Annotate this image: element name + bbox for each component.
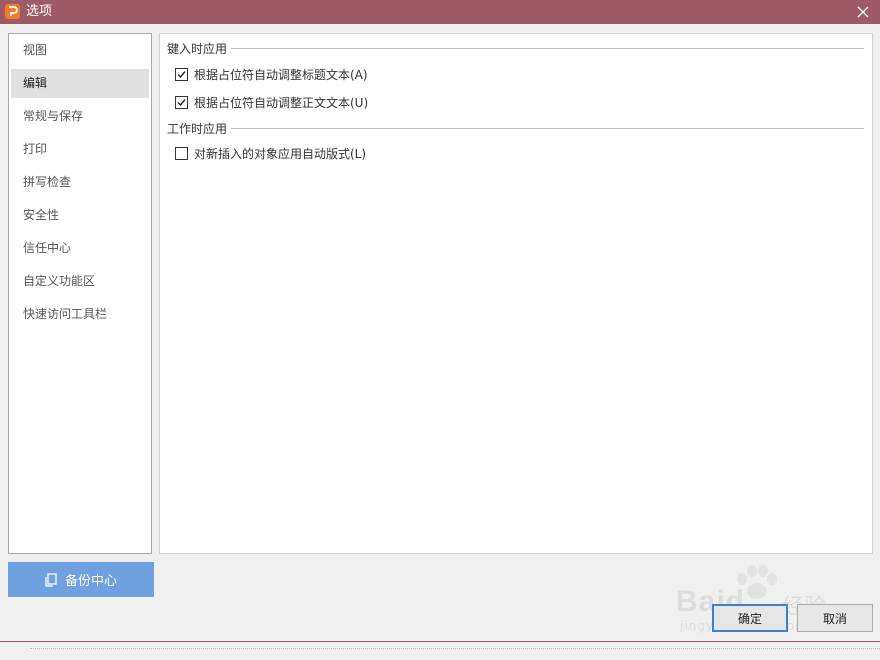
backup-center-button[interactable]: 备份中心 [8, 562, 154, 597]
close-icon [857, 6, 869, 18]
sidebar-item-edit[interactable]: 编辑 [11, 69, 149, 98]
autofit-body-checkbox[interactable] [175, 95, 188, 109]
background-dotted-line [30, 648, 880, 649]
close-button[interactable] [846, 0, 880, 24]
sidebar-item-security[interactable]: 安全性 [11, 201, 149, 230]
ok-button[interactable]: 确定 [712, 604, 788, 632]
title-bar: 选项 [0, 0, 880, 24]
section-typing: 键入时应用 [167, 40, 864, 56]
checkmark-icon [177, 98, 186, 106]
baidu-paw-icon [737, 565, 777, 599]
autofit-title-label: 根据占位符自动调整标题文本(A) [194, 67, 368, 82]
sidebar-item-spellcheck[interactable]: 拼写检查 [11, 168, 149, 197]
window-bottom-border [0, 641, 880, 642]
option-autofit-title[interactable]: 根据占位符自动调整标题文本(A) [175, 66, 368, 82]
sidebar-item-view[interactable]: 视图 [11, 36, 149, 65]
section-divider [231, 47, 864, 49]
window-title: 选项 [26, 4, 53, 19]
wps-presentation-icon [5, 4, 20, 19]
sidebar-item-print[interactable]: 打印 [11, 135, 149, 164]
options-sidebar: 视图 编辑 常规与保存 打印 拼写检查 安全性 信任中心 自定义功能区 快速访问… [8, 33, 152, 554]
backup-center-label: 备份中心 [64, 574, 117, 589]
auto-layout-checkbox[interactable] [175, 146, 188, 160]
cancel-button[interactable]: 取消 [797, 604, 873, 632]
sidebar-item-general-save[interactable]: 常规与保存 [11, 102, 149, 131]
section-typing-label: 键入时应用 [167, 41, 228, 56]
option-autofit-body[interactable]: 根据占位符自动调整正文文本(U) [175, 94, 368, 110]
sidebar-item-trust-center[interactable]: 信任中心 [11, 234, 149, 263]
backup-icon [45, 572, 58, 587]
auto-layout-label: 对新插入的对象应用自动版式(L) [194, 146, 367, 161]
section-working: 工作时应用 [167, 120, 864, 136]
autofit-body-label: 根据占位符自动调整正文文本(U) [194, 95, 369, 110]
sidebar-item-quick-access-toolbar[interactable]: 快速访问工具栏 [11, 300, 149, 329]
section-divider [231, 127, 864, 129]
edit-settings-panel: 键入时应用 根据占位符自动调整标题文本(A) 根据占位符自动调整正文文本(U) … [159, 33, 873, 554]
section-working-label: 工作时应用 [167, 121, 228, 136]
autofit-title-checkbox[interactable] [175, 67, 188, 81]
checkmark-icon [177, 70, 186, 78]
sidebar-item-customize-ribbon[interactable]: 自定义功能区 [11, 267, 149, 296]
option-auto-layout[interactable]: 对新插入的对象应用自动版式(L) [175, 145, 366, 161]
